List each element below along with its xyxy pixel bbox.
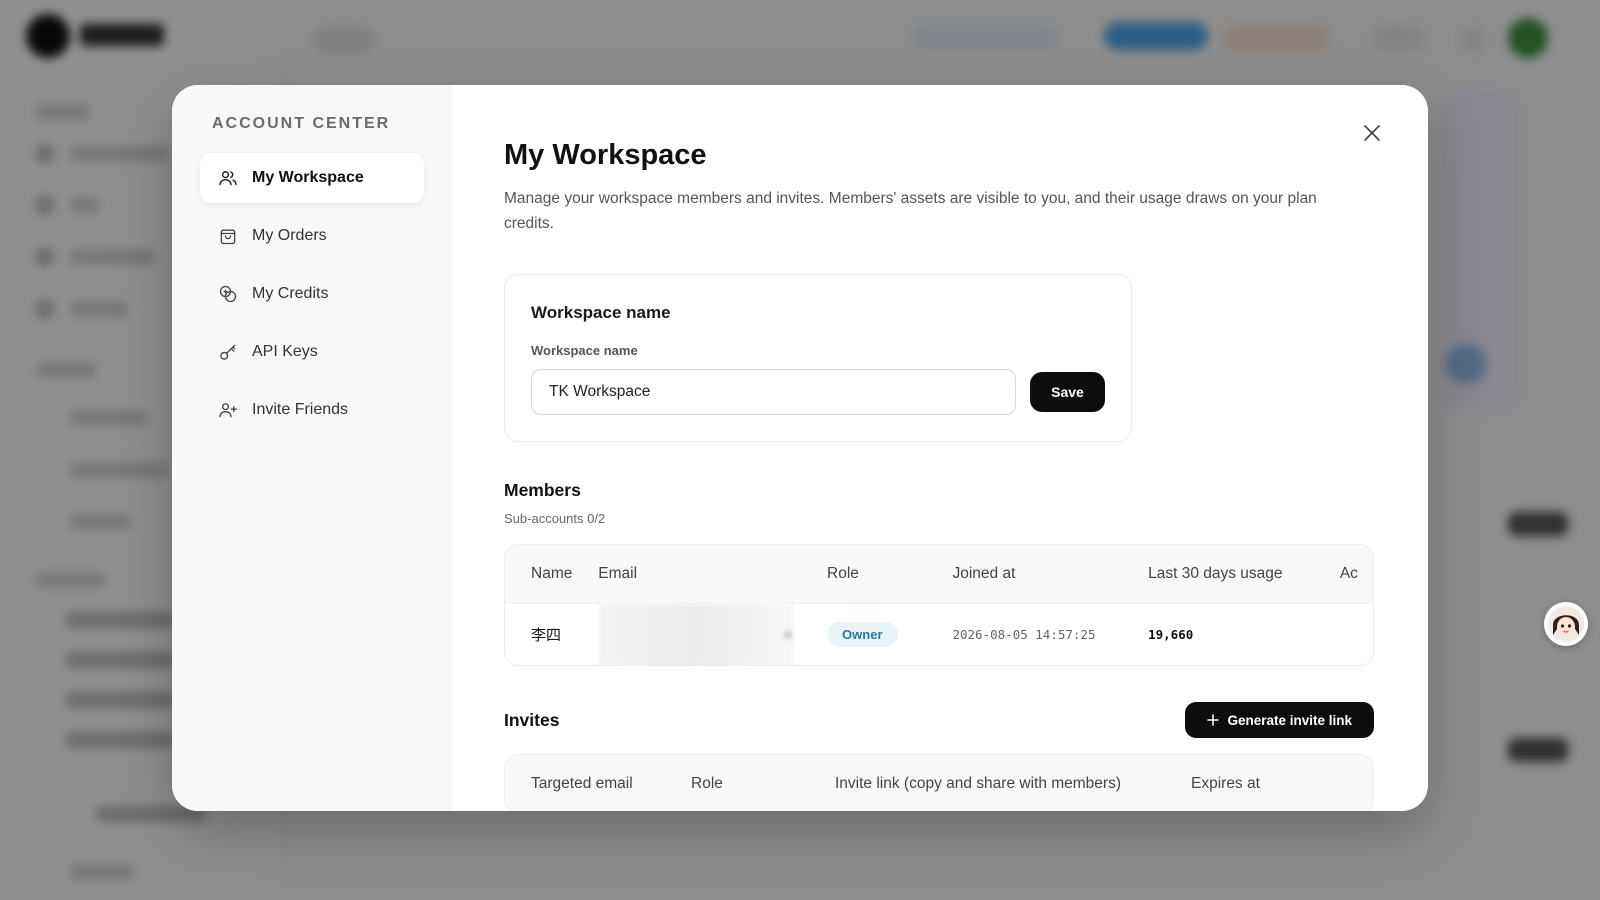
column-header-role: Role (691, 775, 723, 792)
members-table: Name Email Role Joined at Last 30 days u… (504, 544, 1374, 666)
bag-icon (218, 226, 238, 246)
invites-header: Invites Generate invite link (504, 702, 1374, 738)
workspace-card-title: Workspace name (531, 303, 671, 322)
member-usage: 19,660 (1148, 627, 1194, 642)
plus-icon (1207, 714, 1220, 726)
sidebar-item-invite-friends[interactable]: Invite Friends (200, 385, 424, 435)
user-plus-icon (218, 400, 238, 420)
generate-invite-link-label: Generate invite link (1227, 712, 1352, 728)
invites-title: Invites (504, 709, 560, 730)
column-header-email: Email (598, 565, 638, 582)
member-email: n (598, 603, 801, 665)
page-description: Manage your workspace members and invite… (504, 190, 1317, 232)
workspace-name-card: Workspace name Workspace name Save (504, 274, 1132, 442)
status-badge: Owner (827, 622, 898, 647)
users-icon (218, 168, 238, 188)
redacted-email: n (598, 603, 795, 665)
sidebar-item-my-orders[interactable]: My Orders (200, 211, 424, 261)
sidebar-item-api-keys[interactable]: API Keys (200, 327, 424, 377)
save-button[interactable]: Save (1030, 372, 1105, 412)
column-header-joined-at: Joined at (952, 565, 1016, 582)
account-center-modal: ACCOUNT CENTER My Workspace My Orders My… (172, 85, 1428, 811)
sidebar-item-label: API Keys (252, 343, 318, 360)
assistant-face-icon (1548, 606, 1584, 642)
workspace-panel: My Workspace Manage your workspace membe… (452, 85, 1428, 811)
close-modal-button[interactable] (1358, 119, 1386, 147)
member-role: Owner (801, 622, 926, 647)
workspace-name-label: Workspace name (531, 343, 638, 358)
column-header-name: Name (531, 565, 573, 582)
member-joined-at: 2026-08-05 14:57:25 (952, 627, 1096, 642)
workspace-name-input[interactable] (531, 369, 1016, 415)
column-header-targeted-email: Targeted email (531, 775, 633, 792)
table-row: 李四 n Owner 2026-08-05 14:57:25 19,660 (505, 603, 1373, 665)
sidebar-item-label: My Orders (252, 227, 327, 244)
invites-table-header: Targeted email Role Invite link (copy an… (505, 755, 1373, 811)
assistant-avatar-button[interactable] (1544, 602, 1588, 646)
column-header-usage: Last 30 days usage (1148, 565, 1283, 582)
sidebar-item-my-credits[interactable]: My Credits (200, 269, 424, 319)
sidebar-item-label: Invite Friends (252, 401, 349, 418)
account-center-sidebar: ACCOUNT CENTER My Workspace My Orders My… (172, 85, 452, 811)
members-subtitle: Sub-accounts 0/2 (504, 511, 606, 526)
member-name: 李四 (531, 627, 562, 644)
sidebar-item-label: My Workspace (252, 169, 364, 186)
column-header-actions: Ac (1339, 565, 1358, 582)
page-title: My Workspace (504, 139, 707, 171)
coins-icon (218, 284, 238, 304)
workspace-name-row: Save (531, 369, 1105, 415)
sidebar-item-label: My Credits (252, 285, 329, 302)
column-header-role: Role (827, 565, 859, 582)
column-header-expires-at: Expires at (1191, 775, 1260, 792)
members-table-header: Name Email Role Joined at Last 30 days u… (505, 545, 1373, 603)
account-center-title: ACCOUNT CENTER (212, 115, 391, 132)
generate-invite-link-button[interactable]: Generate invite link (1185, 702, 1374, 738)
email-tail: n (784, 625, 793, 642)
sidebar-item-my-workspace[interactable]: My Workspace (200, 153, 424, 203)
key-icon (218, 342, 238, 362)
members-title: Members (504, 480, 581, 500)
invites-table: Targeted email Role Invite link (copy an… (504, 754, 1374, 811)
column-header-invite-link: Invite link (copy and share with members… (835, 775, 1122, 792)
close-icon (1364, 125, 1380, 141)
